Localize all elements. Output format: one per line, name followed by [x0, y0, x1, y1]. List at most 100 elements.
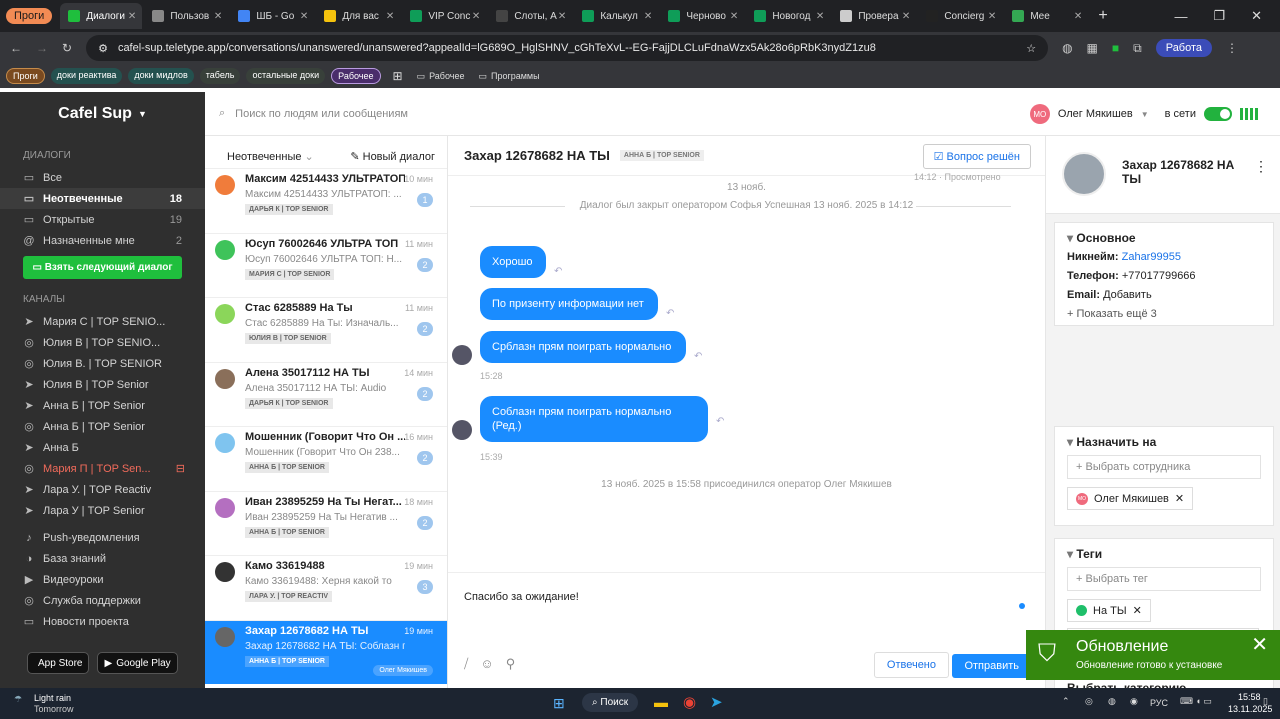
browser-tab[interactable]: Черново ✕: [660, 3, 744, 29]
tray-app-icon[interactable]: ◉: [1130, 696, 1138, 707]
tab-group-label[interactable]: Проги: [6, 8, 53, 24]
bookmark-star-icon[interactable]: ☆: [1026, 42, 1036, 55]
bookmark-folder[interactable]: ▭ Программы: [478, 71, 539, 82]
clock-time[interactable]: 15:58: [1238, 692, 1261, 702]
brand[interactable]: Cafel Sup ▼: [0, 92, 205, 136]
telegram-icon[interactable]: ➤: [710, 693, 723, 711]
sidebar-item[interactable]: ◎ Мария П | TOP Sen... ⊟: [0, 458, 205, 479]
template-icon[interactable]: ⧸: [464, 656, 468, 672]
sidebar-item[interactable]: ➤ Юлия В | TOP Senior: [0, 374, 205, 395]
weather-label[interactable]: Light rain: [34, 693, 71, 703]
message-bubble[interactable]: Соблазн прям поиграть нормально (Ред.): [480, 396, 708, 442]
sidebar-item[interactable]: @ Назначенные мне 2: [0, 230, 205, 251]
conversation-item[interactable]: Юсуп 76002646 УЛЬТРА ТОП 11 мин Юсуп 76002…: [205, 232, 447, 298]
bookmark[interactable]: доки реактива: [50, 68, 123, 84]
client-menu-icon[interactable]: ⋮: [1254, 158, 1268, 175]
language-indicator[interactable]: РУС: [1150, 698, 1168, 708]
tab-close-icon[interactable]: ✕: [644, 11, 652, 22]
minimize-icon[interactable]: —: [1174, 9, 1187, 24]
tab-close-icon[interactable]: ✕: [214, 11, 222, 22]
sidebar-item[interactable]: ▭ Все: [0, 167, 205, 188]
sidebar-item[interactable]: ➤ Мария С | TOP SENIO...: [0, 311, 205, 332]
sidebar-item[interactable]: ➤ Лара У | TOP Senior: [0, 500, 205, 521]
tab-close-icon[interactable]: ✕: [472, 11, 480, 22]
bookmark-folder[interactable]: ▭ Рабочее: [417, 71, 465, 82]
conversation-item[interactable]: Захар 12678682 НА ТЫ 19 мин Захар 12678682…: [205, 619, 447, 684]
bookmark[interactable]: Проги: [6, 68, 45, 84]
browser-tab[interactable]: Слоты, А ✕: [488, 3, 572, 29]
browser-tab[interactable]: VIP Conc ✕: [402, 3, 486, 29]
answered-button[interactable]: Отвечено: [873, 652, 949, 678]
puzzle-icon[interactable]: ⧉: [1133, 41, 1142, 56]
sidebar-item[interactable]: ➤ Анна Б: [0, 437, 205, 458]
sidebar-item[interactable]: ♪ Push-уведомления: [0, 527, 205, 548]
client-avatar[interactable]: [1062, 152, 1106, 196]
reply-icon[interactable]: ↶: [716, 416, 724, 427]
tab-close-icon[interactable]: ✕: [300, 11, 308, 22]
search-input[interactable]: Поиск по людям или сообщениям: [235, 108, 408, 120]
new-tab-icon[interactable]: +: [1098, 7, 1107, 25]
message-bubble[interactable]: По призенту информации нет: [480, 288, 658, 320]
profile-button[interactable]: Работа: [1155, 39, 1213, 57]
sidebar-item[interactable]: ▭ Открытые 19: [0, 209, 205, 230]
address-bar[interactable]: ⚙ cafel-sup.teletype.app/conversations/u…: [86, 35, 1049, 61]
browser-tab[interactable]: Concierg ✕: [918, 3, 1002, 29]
checkbox-extension-icon[interactable]: ■: [1112, 41, 1119, 55]
google-play-badge[interactable]: ▶ Google Play: [97, 652, 178, 674]
browser-tab[interactable]: Mee ✕: [1004, 3, 1088, 29]
attach-icon[interactable]: ⚲: [506, 656, 516, 672]
start-icon[interactable]: ⊞: [553, 695, 565, 712]
bookmark[interactable]: доки мидлов: [128, 68, 194, 84]
close-window-icon[interactable]: ✕: [1251, 8, 1262, 24]
tab-close-icon[interactable]: ✕: [988, 11, 996, 22]
site-settings-icon[interactable]: ⚙: [98, 42, 108, 55]
email-add[interactable]: Добавить: [1103, 289, 1152, 301]
sidebar-item[interactable]: ◑ База знаний: [0, 548, 205, 569]
update-notification[interactable]: ⛉ Обновление Обновление готово к установ…: [1026, 630, 1280, 680]
bookmark[interactable]: Рабочее: [331, 68, 381, 84]
sidebar-item[interactable]: ◎ Юлия В | TOP SENIO...: [0, 332, 205, 353]
show-more-link[interactable]: + Показать ещё 3: [1067, 308, 1261, 320]
collapse-icon[interactable]: ▾: [1067, 547, 1073, 561]
message-input[interactable]: Спасибо за ожидание!: [464, 591, 579, 603]
tray-app-icon[interactable]: ◎: [1085, 696, 1093, 707]
reply-icon[interactable]: ↶: [694, 351, 702, 362]
sidebar-item[interactable]: ▭ Неотвеченные 18: [0, 188, 205, 209]
tab-close-icon[interactable]: ✕: [558, 11, 566, 22]
browser-tab[interactable]: Новогод ✕: [746, 3, 830, 29]
taskbar-search[interactable]: ⌕ Поиск: [582, 693, 639, 712]
user-name[interactable]: Олег Мякишев: [1058, 108, 1133, 120]
back-icon[interactable]: ←: [10, 41, 22, 55]
sidebar-item[interactable]: ◎ Служба поддержки: [0, 590, 205, 611]
sidebar-item[interactable]: ➤ Анна Б | TOP Senior: [0, 395, 205, 416]
collapse-icon[interactable]: ▾: [1067, 435, 1073, 449]
browser-tab[interactable]: Диалоги ✕: [60, 3, 143, 29]
apps-grid-icon[interactable]: ⊞: [393, 69, 403, 83]
restore-icon[interactable]: ❐: [1213, 8, 1225, 24]
browser-tab[interactable]: Пользов ✕: [144, 3, 228, 29]
tab-close-icon[interactable]: ✕: [902, 11, 910, 22]
filter-dropdown[interactable]: Неотвеченные ⌄: [227, 150, 314, 163]
sidebar-item[interactable]: ▭ Новости проекта: [0, 611, 205, 632]
sidebar-item[interactable]: ◎ Юлия В. | TOP SENIOR: [0, 353, 205, 374]
conversation-item[interactable]: Иван 23895259 На Ты Негат... 18 мин Иван 2…: [205, 490, 447, 556]
tag-select[interactable]: + Выбрать тег: [1067, 567, 1261, 591]
message-bubble[interactable]: Срблазн прям поиграть нормально: [480, 331, 686, 363]
reply-icon[interactable]: ↶: [554, 266, 562, 277]
tray-app-icon[interactable]: ◍: [1108, 696, 1116, 707]
tab-close-icon[interactable]: ✕: [128, 11, 136, 22]
emoji-icon[interactable]: ☺: [480, 656, 493, 672]
conversation-item[interactable]: Максим 42514433 УЛЬТРАТОП 10 мин Максим 42…: [205, 168, 447, 233]
sidebar-item[interactable]: ▶ Видеоуроки: [0, 569, 205, 590]
channel-settings-icon[interactable]: ⊟: [176, 462, 185, 475]
network-icon[interactable]: ⌨ ◖ ▭: [1180, 696, 1212, 707]
tab-close-icon[interactable]: ✕: [1074, 11, 1082, 22]
browser-tab[interactable]: Для вас ✕: [316, 3, 400, 29]
sidebar-item[interactable]: ➤ Лара У. | TOP Reactiv: [0, 479, 205, 500]
online-toggle[interactable]: [1204, 107, 1232, 121]
extension-icon[interactable]: ◍: [1062, 41, 1072, 55]
browser-tab[interactable]: ШБ - Go ✕: [230, 3, 314, 29]
tab-close-icon[interactable]: ✕: [816, 11, 824, 22]
assign-select[interactable]: + Выбрать сотрудника: [1067, 455, 1261, 479]
chevron-down-icon[interactable]: ▼: [1141, 110, 1149, 119]
